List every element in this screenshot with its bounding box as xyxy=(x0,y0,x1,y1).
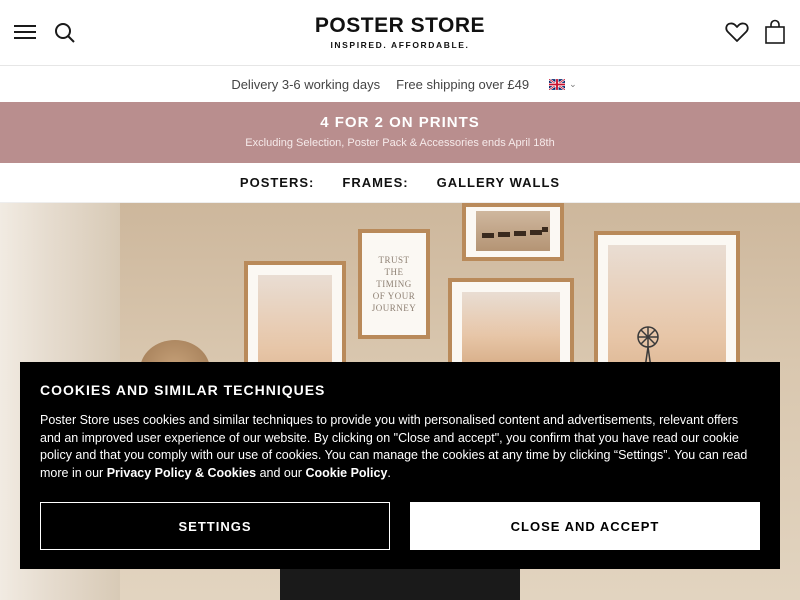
nav-frames[interactable]: FRAMES: xyxy=(342,175,408,190)
search-icon[interactable] xyxy=(54,22,76,44)
site-header: POSTER STORE INSPIRED. AFFORDABLE. xyxy=(0,0,800,66)
frame-quote: TRUST THE TIMING OF YOUR JOURNEY xyxy=(358,229,430,339)
info-bar: Delivery 3-6 working days Free shipping … xyxy=(0,66,800,102)
category-nav: POSTERS: FRAMES: GALLERY WALLS xyxy=(0,163,800,203)
delivery-text: Delivery 3-6 working days xyxy=(231,76,381,92)
heart-icon[interactable] xyxy=(725,21,749,43)
chevron-down-icon: ⌄ xyxy=(569,78,577,89)
logo[interactable]: POSTER STORE INSPIRED. AFFORDABLE. xyxy=(300,14,500,50)
cookie-text: Poster Store uses cookies and similar te… xyxy=(40,412,755,482)
promo-subtitle: Excluding Selection, Poster Pack & Acces… xyxy=(245,137,555,149)
cookie-text-and: and our xyxy=(256,465,306,480)
bag-icon[interactable] xyxy=(763,19,787,45)
frame-horses xyxy=(462,203,564,261)
logo-title: POSTER STORE xyxy=(314,14,486,37)
quote-art-text: TRUST THE TIMING OF YOUR JOURNEY xyxy=(371,255,417,313)
cookie-text-end: . xyxy=(387,465,391,480)
promo-title: 4 FOR 2 ON PRINTS xyxy=(320,114,480,131)
cookie-policy-link[interactable]: Cookie Policy xyxy=(305,466,387,480)
logo-tagline: INSPIRED. AFFORDABLE. xyxy=(330,40,470,50)
sofa-cushion xyxy=(280,568,520,600)
privacy-policy-link[interactable]: Privacy Policy & Cookies xyxy=(107,466,256,480)
nav-gallery-walls[interactable]: GALLERY WALLS xyxy=(437,175,561,190)
country-selector[interactable]: ⌄ xyxy=(549,78,577,90)
cookie-title: COOKIES AND SIMILAR TECHNIQUES xyxy=(40,382,326,398)
cookie-dialog: COOKIES AND SIMILAR TECHNIQUES Poster St… xyxy=(20,362,780,569)
close-and-accept-button[interactable]: CLOSE AND ACCEPT xyxy=(410,502,760,550)
uk-flag-icon xyxy=(549,78,566,90)
shipping-text: Free shipping over £49 xyxy=(396,76,530,92)
nav-posters[interactable]: POSTERS: xyxy=(240,175,314,190)
settings-button[interactable]: SETTINGS xyxy=(40,502,390,550)
menu-icon[interactable] xyxy=(14,24,36,40)
promo-banner[interactable]: 4 FOR 2 ON PRINTS Excluding Selection, P… xyxy=(0,102,800,163)
